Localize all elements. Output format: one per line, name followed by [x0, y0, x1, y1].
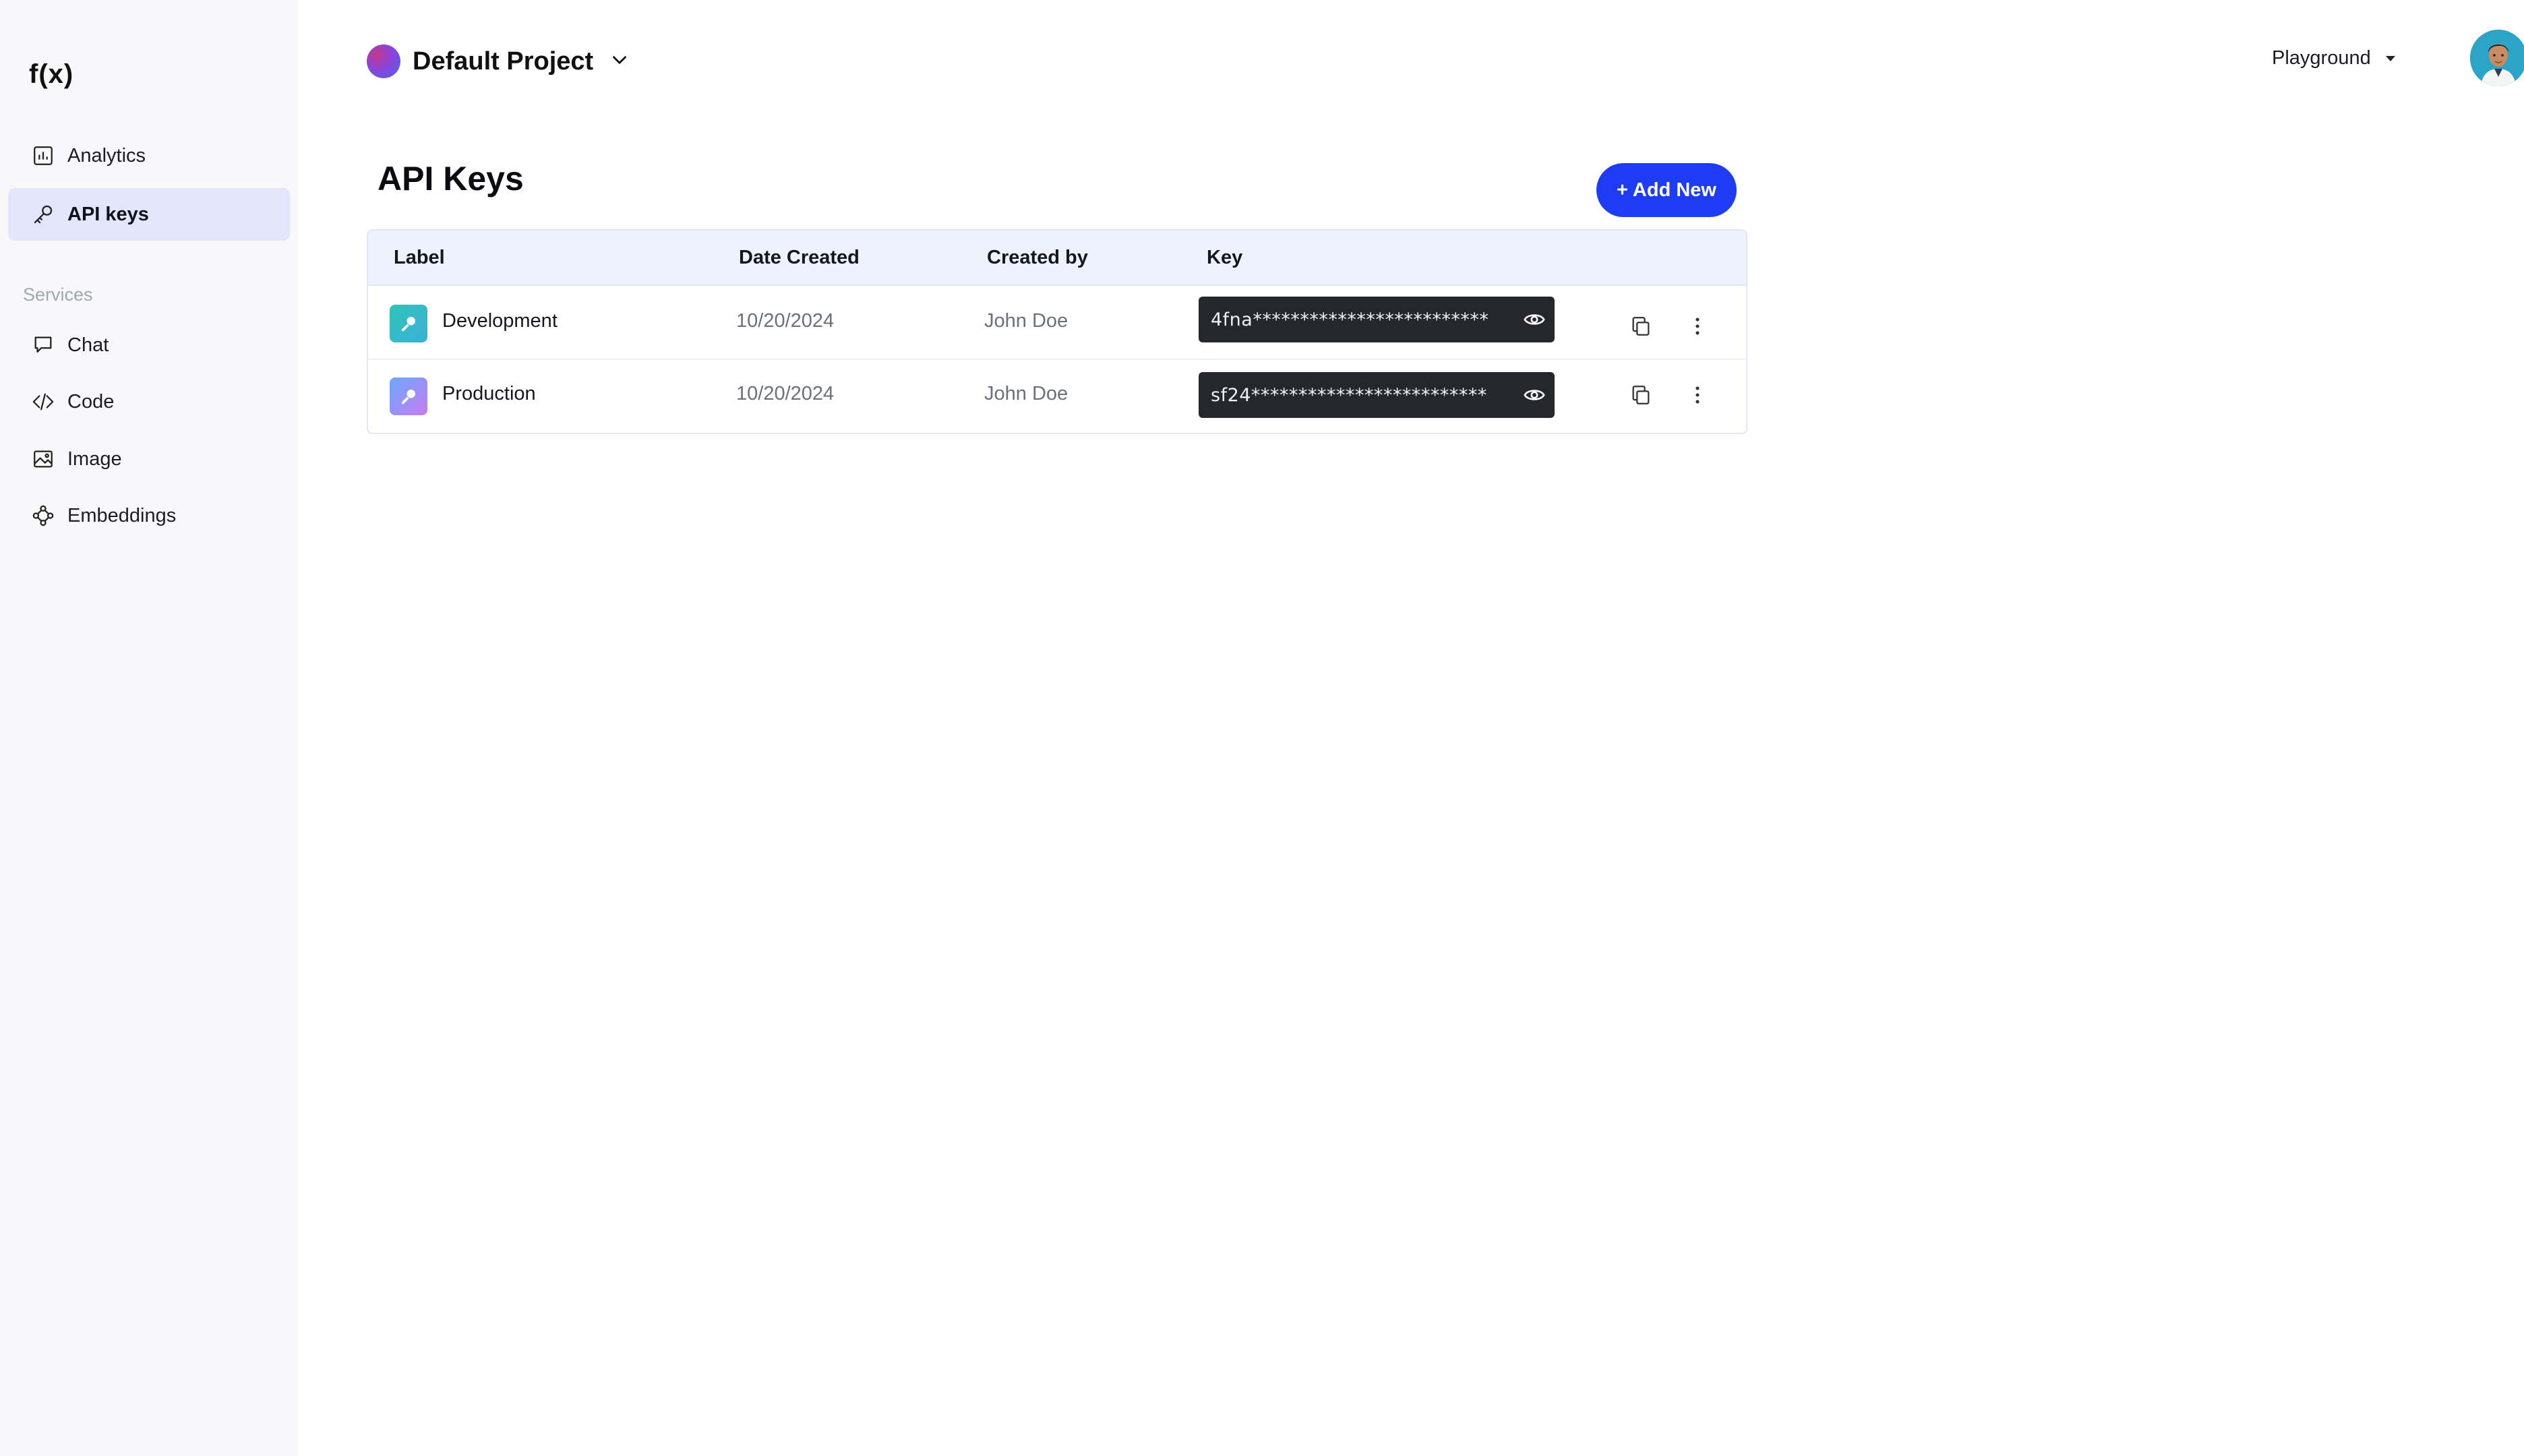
key-label: Development [442, 310, 558, 332]
column-header-label: Label [394, 247, 445, 268]
sidebar: f(x) Analytics API keys Services Chat Co… [0, 0, 298, 1456]
table-row: Development 10/20/2024 John Doe 4fna****… [368, 286, 1746, 360]
eye-icon[interactable] [1514, 384, 1555, 406]
column-header-key: Key [1207, 247, 1243, 268]
services-section-label: Services [23, 284, 93, 305]
table-row: Production 10/20/2024 John Doe sf24*****… [368, 360, 1746, 433]
sidebar-item-label: Embeddings [67, 504, 177, 526]
column-header-date-created: Date Created [739, 247, 860, 268]
sidebar-item-image[interactable]: Image [8, 433, 290, 485]
sidebar-item-label: Analytics [67, 144, 146, 166]
image-icon [31, 447, 55, 471]
playground-label: Playground [2272, 47, 2371, 69]
key-icon [390, 377, 427, 415]
app-logo: f(x) [29, 59, 74, 89]
page-title: API Keys [378, 160, 524, 198]
api-key-value: 4fna************************* [1211, 309, 1489, 330]
bar-chart-icon [31, 144, 55, 168]
sidebar-item-api-keys[interactable]: API keys [8, 188, 290, 241]
project-name: Default Project [413, 47, 594, 75]
playground-dropdown[interactable]: Playground [2272, 47, 2395, 69]
api-key-field: 4fna************************* [1199, 297, 1555, 342]
sidebar-item-code[interactable]: Code [8, 375, 290, 428]
sidebar-item-label: Image [67, 448, 122, 470]
embeddings-icon [31, 504, 55, 528]
api-key-value: sf24************************* [1211, 384, 1487, 406]
project-selector[interactable]: Default Project [367, 44, 631, 78]
more-options-icon[interactable] [1683, 311, 1712, 341]
project-avatar [367, 44, 400, 78]
sidebar-item-label: API keys [67, 203, 149, 225]
copy-icon[interactable] [1626, 380, 1656, 410]
api-key-field: sf24************************* [1199, 372, 1555, 418]
api-keys-table: Label Date Created Created by Key Develo… [367, 229, 1747, 434]
user-avatar[interactable] [2470, 30, 2524, 86]
sidebar-item-analytics[interactable]: Analytics [8, 129, 290, 182]
sidebar-item-chat[interactable]: Chat [8, 319, 290, 371]
chevron-down-icon [608, 49, 631, 75]
key-label: Production [442, 383, 536, 404]
sidebar-item-label: Chat [67, 334, 109, 356]
add-new-button[interactable]: + Add New [1596, 163, 1737, 217]
sidebar-item-embeddings[interactable]: Embeddings [8, 489, 290, 542]
code-icon [31, 390, 55, 414]
created-by: John Doe [984, 383, 1069, 404]
date-created: 10/20/2024 [736, 383, 835, 404]
created-by: John Doe [984, 310, 1069, 332]
caret-down-icon [2385, 55, 2395, 61]
table-header: Label Date Created Created by Key [368, 231, 1746, 286]
chat-bubble-icon [31, 333, 55, 357]
sidebar-item-label: Code [67, 390, 115, 413]
more-options-icon[interactable] [1683, 380, 1712, 410]
date-created: 10/20/2024 [736, 310, 835, 332]
column-header-created-by: Created by [987, 247, 1088, 268]
key-icon [31, 202, 55, 226]
eye-icon[interactable] [1514, 308, 1555, 331]
key-icon [390, 305, 427, 342]
copy-icon[interactable] [1626, 311, 1656, 341]
